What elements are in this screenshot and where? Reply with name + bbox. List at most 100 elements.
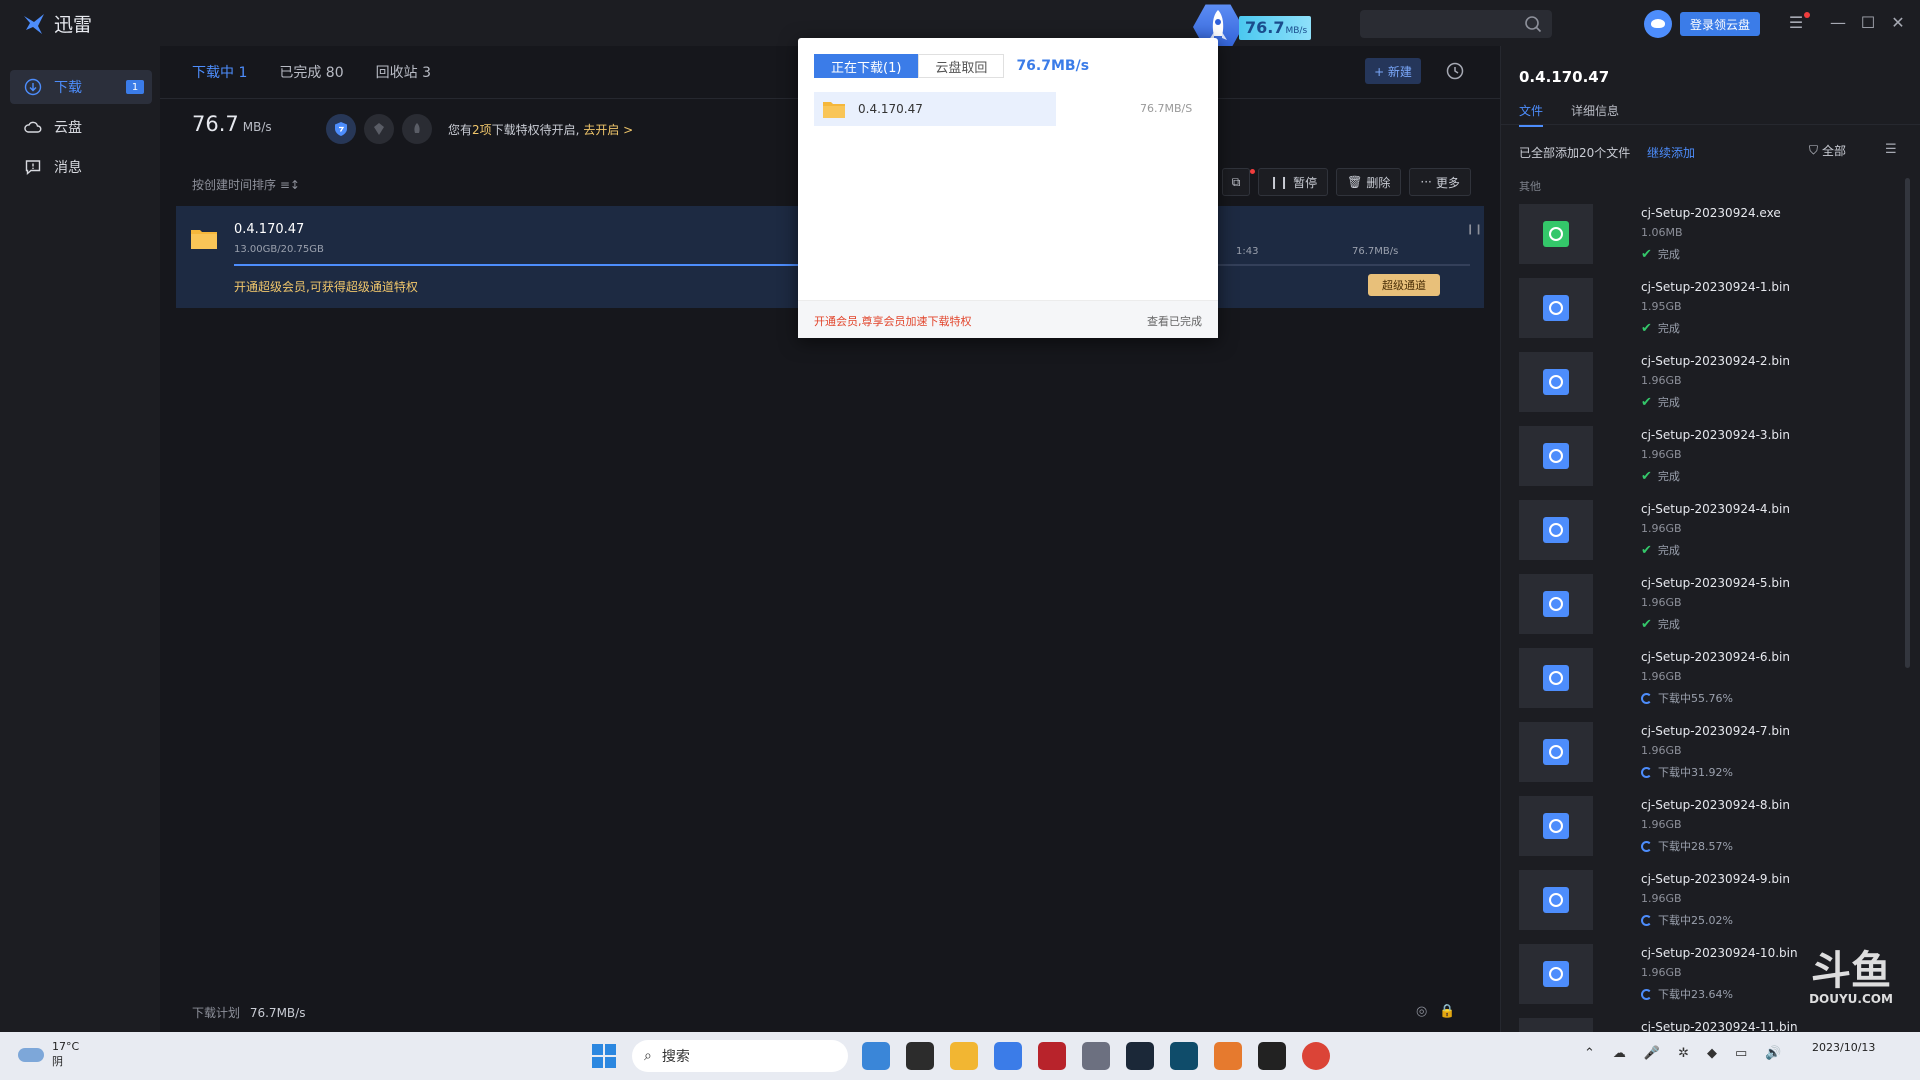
folder-icon bbox=[191, 230, 217, 249]
microphone-icon[interactable]: 🎤 bbox=[1644, 1046, 1660, 1061]
view-completed-link[interactable]: 查看已完成 bbox=[1147, 313, 1202, 329]
scrollbar[interactable] bbox=[1905, 178, 1910, 668]
app-tray-icon[interactable]: ◆ bbox=[1707, 1046, 1717, 1061]
minimize-icon[interactable]: — bbox=[1828, 13, 1848, 33]
disc-file-icon bbox=[1543, 591, 1569, 617]
settings-app-icon[interactable] bbox=[1082, 1042, 1110, 1070]
sidebar-item-download[interactable]: 下载 1 bbox=[10, 70, 152, 104]
file-status: ✔ 完成 bbox=[1641, 246, 1680, 262]
privilege-icons bbox=[326, 114, 432, 144]
clock[interactable]: 2023/10/13 bbox=[1812, 1040, 1875, 1056]
sidebar-item-messages[interactable]: 消息 bbox=[10, 150, 152, 184]
super-channel-button[interactable]: 超级通道 bbox=[1368, 274, 1440, 296]
chevron-up-icon[interactable]: ⌃ bbox=[1584, 1046, 1595, 1061]
obs-app-icon[interactable] bbox=[1258, 1042, 1286, 1070]
file-name: cj-Setup-20230924-1.bin bbox=[1641, 280, 1790, 294]
window-icon[interactable]: ⧉ bbox=[1222, 168, 1250, 196]
rocket-boost-icon[interactable] bbox=[402, 114, 432, 144]
game-app-icon[interactable] bbox=[1170, 1042, 1198, 1070]
avatar[interactable] bbox=[1644, 10, 1672, 38]
continue-add-link[interactable]: 继续添加 bbox=[1647, 144, 1695, 161]
shield-icon[interactable] bbox=[326, 114, 356, 144]
task-name: 0.4.170.47 bbox=[234, 222, 305, 237]
sort-dropdown[interactable]: 按创建时间排序 ≡↕ bbox=[192, 176, 300, 193]
weather-cloud-icon bbox=[18, 1047, 44, 1062]
file-status: ✔ 完成 bbox=[1641, 320, 1680, 336]
file-status-text: 完成 bbox=[1657, 544, 1680, 557]
maximize-icon[interactable]: ☐ bbox=[1858, 13, 1878, 33]
clock-date: 2023/10/13 bbox=[1812, 1041, 1876, 1054]
file-thumbnail bbox=[1519, 796, 1593, 856]
privilege-text-post: 下载特权待开启, bbox=[491, 123, 580, 137]
list-item[interactable]: cj-Setup-20230924-8.bin 1.96GB 下载中28.57% bbox=[1519, 796, 1899, 870]
file-category: 其他 bbox=[1519, 180, 1541, 193]
xunlei-app-icon[interactable] bbox=[994, 1042, 1022, 1070]
tab-downloading[interactable]: 下载中 1 bbox=[192, 62, 247, 82]
close-icon[interactable]: ✕ bbox=[1888, 13, 1908, 33]
cat-app-icon[interactable] bbox=[1214, 1042, 1242, 1070]
search-input[interactable] bbox=[1360, 10, 1552, 38]
history-icon[interactable] bbox=[1444, 60, 1466, 82]
list-item[interactable]: cj-Setup-20230924.exe 1.06MB ✔ 完成 bbox=[1519, 204, 1899, 278]
file-thumbnail bbox=[1519, 352, 1593, 412]
list-item[interactable]: cj-Setup-20230924-2.bin 1.96GB ✔ 完成 bbox=[1519, 352, 1899, 426]
popup-item-speed: 76.7MB/S bbox=[1140, 102, 1193, 115]
new-task-button[interactable]: + 新建 bbox=[1365, 58, 1421, 84]
delete-label: 删除 bbox=[1366, 175, 1391, 190]
filter-button[interactable]: ⛉ 全部 bbox=[1809, 142, 1846, 159]
delete-button[interactable]: 🗑 删除 bbox=[1336, 168, 1402, 196]
voicemeeter-app-icon[interactable] bbox=[1038, 1042, 1066, 1070]
list-item[interactable]: cj-Setup-20230924-6.bin 1.96GB 下载中55.76% bbox=[1519, 648, 1899, 722]
weather-temp: 17°C bbox=[52, 1040, 80, 1053]
list-item[interactable]: cj-Setup-20230924-7.bin 1.96GB 下载中31.92% bbox=[1519, 722, 1899, 796]
windows-start-icon[interactable] bbox=[592, 1044, 616, 1068]
list-view-icon[interactable]: ☰ bbox=[1885, 142, 1897, 157]
file-status-text: 完成 bbox=[1657, 322, 1680, 335]
input-method-icon[interactable]: ✲ bbox=[1678, 1046, 1689, 1061]
weather-widget[interactable]: 17°C 阴 bbox=[18, 1040, 79, 1069]
spinner-icon bbox=[1641, 766, 1652, 778]
onedrive-icon[interactable]: ☁ bbox=[1613, 1046, 1626, 1061]
file-explorer-icon[interactable] bbox=[950, 1042, 978, 1070]
sidebar-item-label: 下载 bbox=[54, 80, 82, 96]
chrome-app-icon[interactable] bbox=[1302, 1042, 1330, 1070]
list-item[interactable]: cj-Setup-20230924-1.bin 1.95GB ✔ 完成 bbox=[1519, 278, 1899, 352]
diamond-icon[interactable] bbox=[364, 114, 394, 144]
sidebar-item-cloud[interactable]: 云盘 bbox=[10, 110, 152, 144]
tab-completed[interactable]: 已完成 80 bbox=[279, 62, 343, 82]
popup-promo-link[interactable]: 开通会员,尊享会员加速下载特权 bbox=[814, 313, 972, 329]
taskbar-search-label: 搜索 bbox=[661, 1049, 690, 1065]
taskbar-search-input[interactable]: ⌕ 搜索 bbox=[632, 1040, 848, 1072]
more-button[interactable]: ··· 更多 bbox=[1409, 168, 1471, 196]
file-thumbnail bbox=[1519, 648, 1593, 708]
privilege-notice: 您有2项下载特权待开启, 去开启 > bbox=[448, 121, 633, 138]
login-button[interactable]: 登录领云盘 bbox=[1680, 12, 1760, 36]
volume-icon[interactable]: 🔊 bbox=[1765, 1046, 1781, 1061]
file-name: cj-Setup-20230924-8.bin bbox=[1641, 798, 1790, 812]
menu-icon[interactable]: ☰ bbox=[1786, 13, 1806, 33]
list-item[interactable]: 0.4.170.47 bbox=[814, 92, 1056, 126]
browser-icon[interactable]: ◎ bbox=[1416, 1004, 1427, 1019]
copilot-app-icon[interactable] bbox=[862, 1042, 890, 1070]
pause-button[interactable]: ❙❙ 暂停 bbox=[1258, 168, 1329, 196]
search-icon: ⌕ bbox=[644, 1048, 652, 1064]
list-item[interactable]: cj-Setup-20230924-9.bin 1.96GB 下载中25.02% bbox=[1519, 870, 1899, 944]
file-name: cj-Setup-20230924-2.bin bbox=[1641, 354, 1790, 368]
steam-app-icon[interactable] bbox=[1126, 1042, 1154, 1070]
list-item[interactable]: cj-Setup-20230924-4.bin 1.96GB ✔ 完成 bbox=[1519, 500, 1899, 574]
task-pause-icon[interactable]: ❙❙ bbox=[1466, 224, 1483, 235]
popup-tab-downloading[interactable]: 正在下载(1) bbox=[814, 54, 919, 78]
download-plan[interactable]: 下载计划 76.7MB/s bbox=[192, 1004, 305, 1021]
terminal-app-icon[interactable] bbox=[906, 1042, 934, 1070]
network-icon[interactable]: ▭ bbox=[1735, 1046, 1747, 1061]
privilege-enable-link[interactable]: 去开启 > bbox=[583, 123, 633, 137]
list-item[interactable]: cj-Setup-20230924-5.bin 1.96GB ✔ 完成 bbox=[1519, 574, 1899, 648]
tab-recycle-bin[interactable]: 回收站 3 bbox=[376, 62, 431, 82]
app-name: 迅雷 bbox=[54, 14, 93, 36]
lock-icon[interactable]: 🔒 bbox=[1439, 1004, 1455, 1019]
popup-tab-cloud-retrieve[interactable]: 云盘取回 bbox=[918, 54, 1005, 78]
footer-icons: ◎ 🔒 bbox=[1416, 1004, 1456, 1019]
list-item[interactable]: cj-Setup-20230924-3.bin 1.96GB ✔ 完成 bbox=[1519, 426, 1899, 500]
more-label: 更多 bbox=[1435, 175, 1460, 190]
file-size: 1.06MB bbox=[1641, 226, 1683, 239]
